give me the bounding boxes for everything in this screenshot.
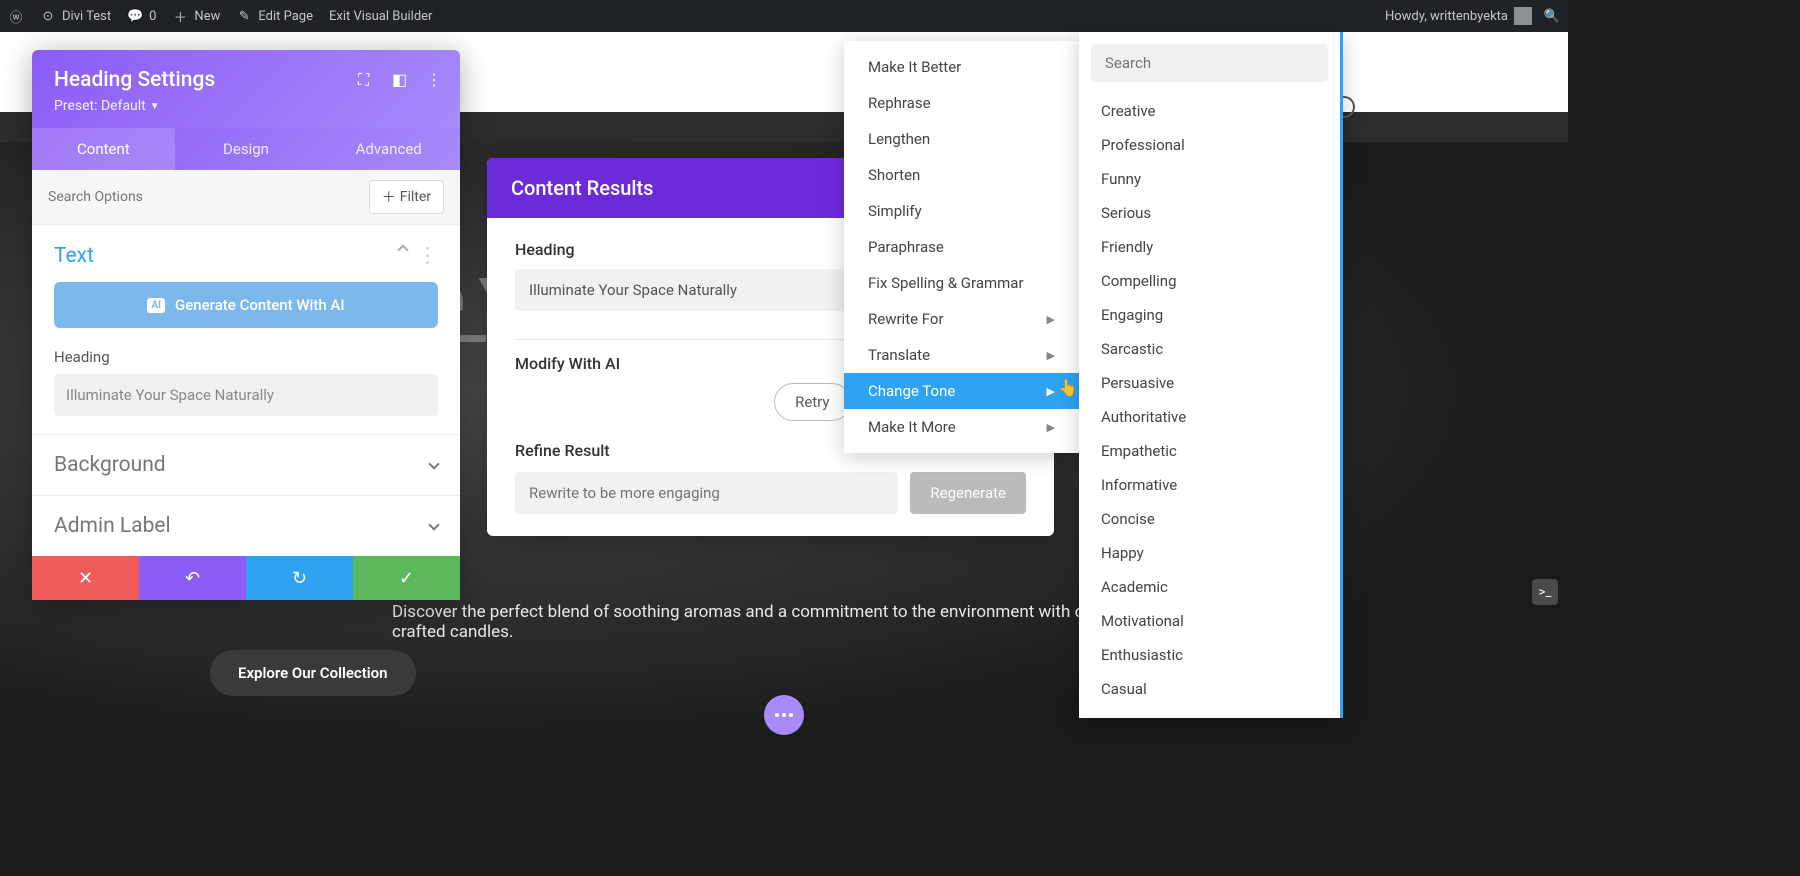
- edit-page-link[interactable]: ✎Edit Page: [236, 8, 313, 24]
- change-tone-submenu: CreativeProfessionalFunnySeriousFriendly…: [1079, 32, 1343, 718]
- tone-item-enthusiastic[interactable]: Enthusiastic: [1091, 638, 1328, 672]
- save-button[interactable]: ✓: [353, 556, 460, 600]
- expand-icon[interactable]: ⛶: [358, 70, 374, 86]
- tone-item-informative[interactable]: Informative: [1091, 468, 1328, 502]
- tone-item-motivational[interactable]: Motivational: [1091, 604, 1328, 638]
- dashboard-icon: ⊙: [40, 8, 56, 24]
- tone-item-happy[interactable]: Happy: [1091, 536, 1328, 570]
- improve-item-rewrite-for[interactable]: Rewrite For▶: [844, 301, 1079, 337]
- improve-item-change-tone[interactable]: Change Tone▶: [844, 373, 1079, 409]
- chevron-right-icon: ▶: [1047, 421, 1055, 434]
- tone-item-compelling[interactable]: Compelling: [1091, 264, 1328, 298]
- chevron-right-icon: ▶: [1047, 313, 1055, 326]
- explore-collection-button[interactable]: Explore Our Collection: [210, 650, 416, 696]
- redo-button[interactable]: ↻: [246, 556, 353, 600]
- generate-content-ai-button[interactable]: AIGenerate Content With AI: [54, 282, 438, 328]
- chevron-up-icon: [397, 244, 408, 255]
- tone-item-authoritative[interactable]: Authoritative: [1091, 400, 1328, 434]
- settings-footer: ✕ ↶ ↻ ✓: [32, 556, 460, 600]
- improve-ai-menu: Make It BetterRephraseLengthenShortenSim…: [844, 41, 1079, 453]
- wp-admin-bar: ⓦ ⊙Divi Test 💬0 ＋New ✎Edit Page Exit Vis…: [0, 0, 1568, 32]
- check-icon: ✓: [399, 568, 414, 589]
- tone-item-empathetic[interactable]: Empathetic: [1091, 434, 1328, 468]
- text-section-header[interactable]: Text ⋮: [54, 243, 438, 268]
- search-options-input[interactable]: [48, 189, 369, 205]
- improve-item-translate[interactable]: Translate▶: [844, 337, 1079, 373]
- improve-item-make-it-better[interactable]: Make It Better: [844, 49, 1079, 85]
- improve-item-fix-spelling-grammar[interactable]: Fix Spelling & Grammar: [844, 265, 1079, 301]
- tone-item-engaging[interactable]: Engaging: [1091, 298, 1328, 332]
- undo-icon: ↶: [185, 568, 200, 589]
- tone-item-professional[interactable]: Professional: [1091, 128, 1328, 162]
- improve-item-make-it-more[interactable]: Make It More▶: [844, 409, 1079, 445]
- refine-input[interactable]: [515, 472, 898, 514]
- avatar: [1514, 7, 1532, 25]
- tone-item-funny[interactable]: Funny: [1091, 162, 1328, 196]
- chevron-right-icon: ▶: [1047, 349, 1055, 362]
- new-link[interactable]: ＋New: [172, 8, 220, 24]
- heading-settings-panel: Heading Settings Preset: Default ▼ ⛶ ◧ ⋮…: [32, 50, 460, 600]
- ai-badge-icon: AI: [147, 298, 165, 313]
- retry-button[interactable]: Retry: [774, 383, 850, 421]
- improve-item-shorten[interactable]: Shorten: [844, 157, 1079, 193]
- improve-item-rephrase[interactable]: Rephrase: [844, 85, 1079, 121]
- plus-icon: ＋: [172, 8, 188, 24]
- comments-link[interactable]: 💬0: [127, 8, 156, 24]
- pencil-icon: ✎: [236, 8, 252, 24]
- tab-design[interactable]: Design: [175, 128, 318, 170]
- tab-advanced[interactable]: Advanced: [317, 128, 460, 170]
- admin-search[interactable]: 🔍: [1544, 8, 1560, 24]
- tone-item-friendly[interactable]: Friendly: [1091, 230, 1328, 264]
- comment-icon: 💬: [127, 8, 143, 24]
- improve-item-simplify[interactable]: Simplify: [844, 193, 1079, 229]
- tone-item-academic[interactable]: Academic: [1091, 570, 1328, 604]
- exit-visual-builder[interactable]: Exit Visual Builder: [329, 9, 432, 24]
- kebab-icon[interactable]: ⋮: [417, 243, 438, 268]
- filter-button[interactable]: ＋Filter: [369, 180, 444, 214]
- kebab-menu-icon[interactable]: ⋮: [426, 70, 442, 86]
- heading-field-label: Heading: [54, 348, 438, 366]
- howdy-user[interactable]: Howdy, writtenbyekta: [1385, 7, 1532, 25]
- redo-icon: ↻: [292, 568, 307, 589]
- regenerate-button[interactable]: Regenerate: [910, 472, 1026, 514]
- settings-tabs: Content Design Advanced: [32, 128, 460, 170]
- hero-description: Discover the perfect blend of soothing a…: [392, 602, 1176, 642]
- admin-label-section-header[interactable]: Admin Label: [54, 514, 438, 538]
- tab-content[interactable]: Content: [32, 128, 175, 170]
- wordpress-icon: ⓦ: [8, 8, 24, 24]
- undo-button[interactable]: ↶: [139, 556, 246, 600]
- improve-item-lengthen[interactable]: Lengthen: [844, 121, 1079, 157]
- chevron-down-icon: ▼: [150, 101, 160, 112]
- close-icon: ✕: [78, 568, 93, 589]
- background-section-header[interactable]: Background: [54, 453, 438, 477]
- cancel-button[interactable]: ✕: [32, 556, 139, 600]
- columns-icon[interactable]: ◧: [392, 70, 408, 86]
- tone-item-casual[interactable]: Casual: [1091, 672, 1328, 706]
- tone-item-serious[interactable]: Serious: [1091, 196, 1328, 230]
- site-name[interactable]: ⊙Divi Test: [40, 8, 111, 24]
- chevron-right-icon: ▶: [1047, 385, 1055, 398]
- improve-item-paraphrase[interactable]: Paraphrase: [844, 229, 1079, 265]
- search-icon: 🔍: [1544, 8, 1560, 24]
- tone-item-creative[interactable]: Creative: [1091, 94, 1328, 128]
- tone-search-input[interactable]: [1091, 44, 1328, 82]
- tone-item-concise[interactable]: Concise: [1091, 502, 1328, 536]
- settings-header: Heading Settings Preset: Default ▼ ⛶ ◧ ⋮: [32, 50, 460, 128]
- divi-fab-button[interactable]: [764, 695, 804, 735]
- preset-selector[interactable]: Preset: Default ▼: [54, 98, 438, 114]
- heading-field-input[interactable]: [54, 374, 438, 416]
- wp-logo[interactable]: ⓦ: [8, 8, 24, 24]
- tone-item-sarcastic[interactable]: Sarcastic: [1091, 332, 1328, 366]
- chevron-down-icon: [428, 519, 439, 530]
- debug-console-button[interactable]: >_: [1532, 579, 1558, 605]
- chevron-down-icon: [428, 458, 439, 469]
- plus-icon: ＋: [382, 187, 396, 207]
- tone-item-persuasive[interactable]: Persuasive: [1091, 366, 1328, 400]
